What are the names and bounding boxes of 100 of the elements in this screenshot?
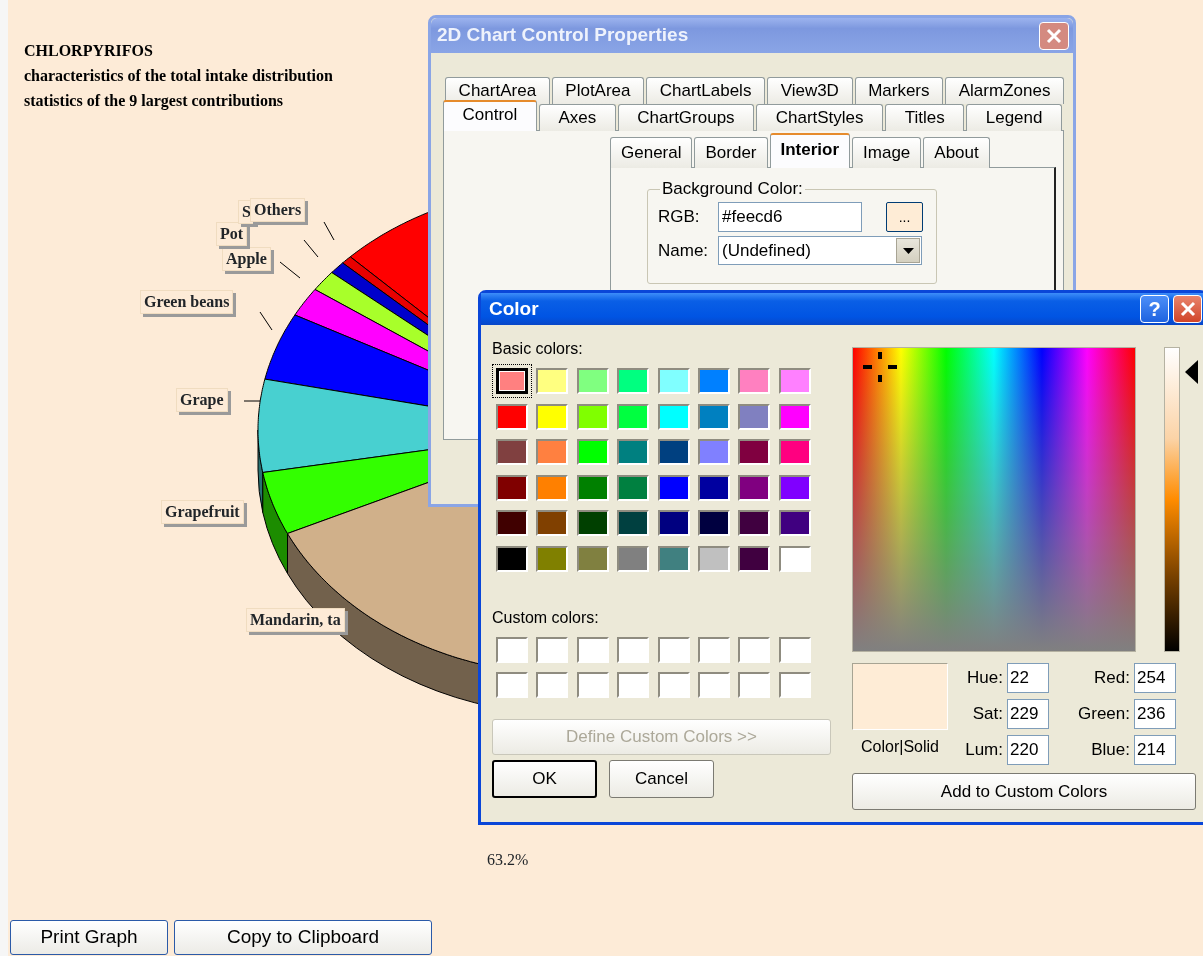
color-swatch[interactable] [657, 403, 690, 430]
dropdown-button[interactable] [896, 238, 920, 263]
number-field[interactable]: 22 [1007, 663, 1049, 693]
color-swatch[interactable] [697, 368, 730, 394]
number-field[interactable]: 214 [1134, 735, 1176, 765]
color-swatch[interactable] [657, 439, 690, 465]
color-swatch[interactable] [617, 510, 650, 536]
tab[interactable]: ChartStyles [756, 104, 884, 131]
color-swatch[interactable] [657, 672, 690, 698]
tab[interactable]: Interior [769, 133, 851, 168]
color-swatch[interactable] [738, 368, 771, 394]
color-swatch[interactable] [697, 672, 730, 698]
color-swatch[interactable] [576, 636, 609, 663]
color-swatch[interactable] [617, 439, 650, 465]
color-swatch[interactable] [536, 403, 569, 430]
color-swatch[interactable] [536, 510, 569, 536]
color-swatch[interactable] [536, 672, 569, 698]
color-swatch[interactable] [738, 474, 771, 501]
add-to-custom-colors-button[interactable]: Add to Custom Colors [852, 773, 1196, 810]
tab[interactable]: Image [852, 137, 922, 168]
color-swatch[interactable] [778, 510, 811, 536]
color-swatch[interactable] [617, 636, 650, 663]
color-swatch[interactable] [576, 403, 609, 430]
color-swatch[interactable] [738, 545, 771, 572]
color-swatch[interactable] [576, 672, 609, 698]
color-swatch[interactable] [657, 636, 690, 663]
color-swatch[interactable] [576, 439, 609, 465]
color-swatch[interactable] [496, 636, 528, 663]
number-field[interactable]: 236 [1134, 699, 1176, 729]
color-swatch[interactable] [738, 439, 771, 465]
color-swatch[interactable] [697, 636, 730, 663]
color-swatch[interactable] [576, 474, 609, 501]
color-swatch[interactable] [576, 510, 609, 536]
tab[interactable]: View3D [767, 77, 853, 104]
color-swatch[interactable] [778, 672, 811, 698]
color-swatch[interactable] [657, 474, 690, 501]
color-swatch[interactable] [617, 672, 650, 698]
color-swatch[interactable] [536, 636, 569, 663]
tab[interactable]: AlarmZones [945, 77, 1064, 104]
number-field[interactable]: 229 [1007, 699, 1049, 729]
color-swatch[interactable] [576, 368, 609, 394]
color-swatch[interactable] [657, 510, 690, 536]
color-swatch[interactable] [617, 545, 650, 572]
color-swatch[interactable] [738, 403, 771, 430]
color-swatch[interactable] [697, 474, 730, 501]
color-swatch[interactable] [536, 368, 569, 394]
rgb-field[interactable]: #feecd6 [718, 202, 862, 232]
slider-thumb[interactable] [1185, 360, 1198, 385]
tab[interactable]: ChartLabels [646, 77, 765, 104]
tab[interactable]: Control [443, 100, 537, 131]
tab[interactable]: Markers [854, 77, 944, 104]
color-swatch[interactable] [778, 368, 811, 394]
tab[interactable]: Axes [538, 104, 616, 131]
tab[interactable]: ChartGroups [617, 104, 755, 131]
color-swatch[interactable] [778, 403, 811, 430]
color-swatch[interactable] [576, 545, 609, 572]
color-swatch[interactable] [496, 545, 528, 572]
close-button[interactable] [1039, 21, 1069, 50]
color-swatch[interactable] [738, 672, 771, 698]
tab[interactable]: PlotArea [551, 77, 645, 104]
color-swatch[interactable] [496, 672, 528, 698]
color-swatch[interactable] [657, 545, 690, 572]
tab[interactable]: Titles [885, 104, 965, 131]
color-swatch[interactable] [697, 439, 730, 465]
color-swatch[interactable] [617, 403, 650, 430]
color-swatch[interactable] [496, 510, 528, 536]
browse-button[interactable]: ... [886, 202, 923, 232]
color-swatch[interactable] [697, 545, 730, 572]
tab[interactable]: About [923, 137, 990, 168]
number-field[interactable]: 220 [1007, 735, 1049, 765]
tab[interactable]: Border [694, 137, 768, 168]
tab[interactable]: General [610, 137, 693, 168]
color-swatch[interactable] [536, 439, 569, 465]
number-field[interactable]: 254 [1134, 663, 1176, 693]
name-dropdown[interactable]: (Undefined) [718, 236, 922, 265]
color-swatch[interactable] [738, 510, 771, 536]
color-swatch[interactable] [496, 439, 528, 465]
tab[interactable]: Legend [966, 104, 1062, 131]
color-swatch[interactable] [617, 368, 650, 394]
close-button[interactable] [1173, 295, 1202, 323]
color-swatch[interactable] [536, 474, 569, 501]
ok-button[interactable]: OK [492, 760, 597, 798]
color-swatch[interactable] [778, 545, 811, 572]
chart-title: CHLORPYRIFOS [24, 41, 153, 61]
color-swatch[interactable] [496, 403, 528, 430]
color-swatch[interactable] [657, 368, 690, 394]
color-swatch[interactable] [697, 510, 730, 536]
help-button[interactable]: ? [1140, 295, 1169, 323]
copy-button[interactable]: Copy to Clipboard [174, 920, 432, 955]
color-swatch[interactable] [778, 439, 811, 465]
cancel-button[interactable]: Cancel [609, 760, 714, 798]
print-button[interactable]: Print Graph [10, 920, 168, 955]
color-swatch[interactable] [697, 403, 730, 430]
color-swatch[interactable] [536, 545, 569, 572]
color-swatch[interactable] [617, 474, 650, 501]
color-swatch[interactable] [778, 474, 811, 501]
color-spectrum[interactable] [852, 347, 1136, 652]
color-swatch[interactable] [738, 636, 771, 663]
color-swatch[interactable] [496, 474, 528, 501]
color-swatch[interactable] [778, 636, 811, 663]
